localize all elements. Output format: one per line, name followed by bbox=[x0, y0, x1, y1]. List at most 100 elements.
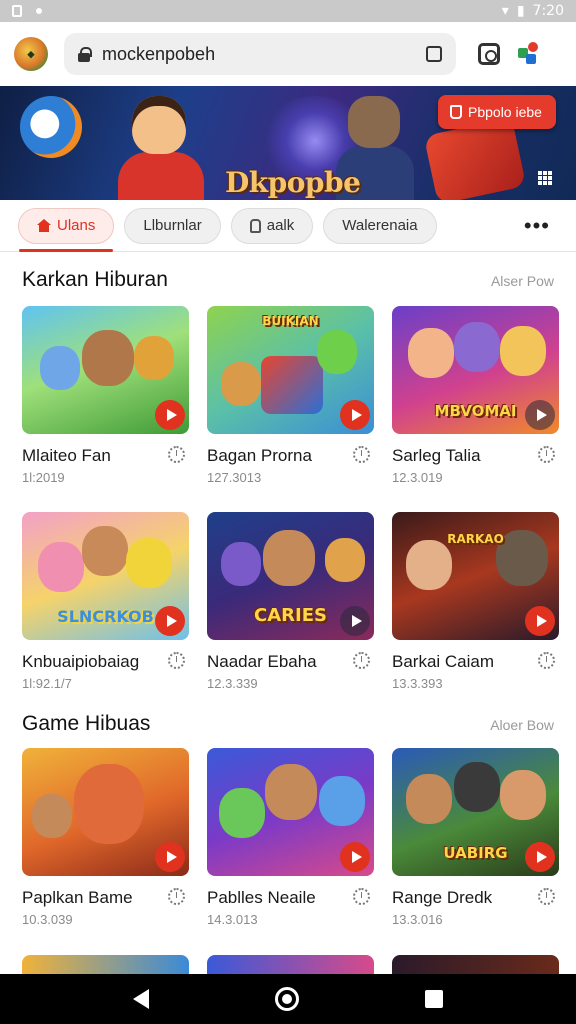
game-thumbnail[interactable]: UABIRG bbox=[392, 748, 559, 876]
clock-icon[interactable] bbox=[353, 888, 370, 905]
game-thumbnail[interactable] bbox=[22, 748, 189, 876]
play-icon[interactable] bbox=[340, 842, 370, 872]
bag-icon bbox=[450, 105, 462, 119]
address-bar[interactable]: mockenpobeh bbox=[64, 33, 456, 75]
game-card[interactable]: UABIRG Range Dredk 13.3.016 bbox=[392, 748, 559, 927]
game-title: Range Dredk bbox=[392, 888, 493, 907]
clock-icon[interactable] bbox=[538, 888, 555, 905]
play-icon[interactable] bbox=[340, 400, 370, 430]
clock-icon[interactable] bbox=[353, 446, 370, 463]
extension-icon[interactable] bbox=[516, 42, 540, 66]
game-card[interactable]: RARKAO Barkai Caiam 13.3.393 bbox=[392, 512, 559, 691]
game-date: 13.3.393 bbox=[392, 676, 443, 691]
clock-icon[interactable] bbox=[538, 446, 555, 463]
site-logo[interactable]: ◆ bbox=[14, 37, 48, 71]
tab-label: Walerenaia bbox=[342, 217, 418, 234]
category-tabs: Ulans Llburnlar aalk Walerenaia ••• bbox=[0, 200, 576, 252]
tab-ulans[interactable]: Ulans bbox=[18, 207, 115, 252]
game-title: Paplkan Bame bbox=[22, 888, 133, 907]
tab-llburnlar[interactable]: Llburnlar bbox=[124, 207, 221, 244]
game-title: Bagan Prorna bbox=[207, 446, 312, 465]
play-icon[interactable] bbox=[155, 842, 185, 872]
tab-walerenaia[interactable]: Walerenaia bbox=[323, 207, 437, 244]
play-icon[interactable] bbox=[525, 842, 555, 872]
game-date: 127.3013 bbox=[207, 470, 262, 485]
notification-badge bbox=[528, 42, 538, 52]
thumbnail-text: BUIKIAN bbox=[262, 314, 319, 328]
game-title: Mlaiteo Fan bbox=[22, 446, 111, 465]
game-date: 1l:92.1/7 bbox=[22, 676, 72, 691]
see-all-link[interactable]: Alser Pow bbox=[491, 273, 554, 289]
game-date: 1l:2019 bbox=[22, 470, 65, 485]
game-thumbnail[interactable]: CARIES bbox=[207, 512, 374, 640]
home-button-icon[interactable] bbox=[275, 987, 299, 1011]
home-icon bbox=[37, 219, 51, 232]
game-thumbnail[interactable] bbox=[207, 748, 374, 876]
banner-dice bbox=[423, 117, 527, 200]
game-date: 10.3.039 bbox=[22, 912, 73, 927]
status-time: 7:20 bbox=[532, 3, 564, 19]
game-title: Sarleg Talia bbox=[392, 446, 481, 465]
game-thumbnail[interactable]: BUIKIAN bbox=[207, 306, 374, 434]
tab-label: Llburnlar bbox=[143, 217, 202, 234]
recent-apps-icon[interactable] bbox=[425, 990, 443, 1008]
section-title: Game Hibuas bbox=[22, 712, 151, 735]
game-thumbnail[interactable]: MBVOMAI bbox=[392, 306, 559, 434]
game-thumbnail[interactable] bbox=[22, 306, 189, 434]
play-icon[interactable] bbox=[340, 606, 370, 636]
lock-icon bbox=[78, 46, 92, 62]
tab-aalk[interactable]: aalk bbox=[230, 207, 314, 244]
game-card[interactable]: CARIES Naadar Ebaha 12.3.339 bbox=[207, 512, 374, 691]
section-header: Game Hibuas Aloer Bow bbox=[22, 712, 554, 736]
camera-icon[interactable] bbox=[478, 43, 500, 65]
tab-label: Ulans bbox=[57, 217, 96, 234]
battery-icon: ▮ bbox=[516, 3, 525, 19]
game-title: Pablles Neaile bbox=[207, 888, 316, 907]
play-icon[interactable] bbox=[155, 400, 185, 430]
clock-icon[interactable] bbox=[168, 888, 185, 905]
section-title: Karkan Hiburan bbox=[22, 268, 168, 291]
browser-toolbar: ◆ mockenpobeh bbox=[0, 22, 576, 86]
game-date: 13.3.016 bbox=[392, 912, 443, 927]
play-icon[interactable] bbox=[525, 400, 555, 430]
more-icon[interactable]: ••• bbox=[524, 213, 558, 239]
banner-cta-label: Pbpolo iebe bbox=[468, 104, 542, 120]
clock-icon[interactable] bbox=[168, 446, 185, 463]
banner-character-boy bbox=[110, 90, 210, 200]
game-card[interactable]: Pablles Neaile 14.3.013 bbox=[207, 748, 374, 927]
game-thumbnail[interactable]: RARKAO bbox=[392, 512, 559, 640]
clock-icon[interactable] bbox=[353, 652, 370, 669]
system-nav-bar bbox=[0, 974, 576, 1024]
play-icon[interactable] bbox=[155, 606, 185, 636]
see-all-link[interactable]: Aloer Bow bbox=[490, 717, 554, 733]
game-date: 12.3.019 bbox=[392, 470, 443, 485]
banner-cta-button[interactable]: Pbpolo iebe bbox=[438, 95, 556, 129]
clock-icon[interactable] bbox=[538, 652, 555, 669]
document-icon bbox=[249, 218, 261, 233]
banner-logo bbox=[20, 96, 82, 158]
game-title: Knbuaipiobaiag bbox=[22, 652, 140, 671]
game-thumbnail-partial[interactable] bbox=[392, 955, 559, 975]
game-title: Naadar Ebaha bbox=[207, 652, 317, 671]
url-text: mockenpobeh bbox=[102, 43, 216, 64]
tab-switcher-icon[interactable] bbox=[426, 46, 442, 62]
play-icon[interactable] bbox=[525, 606, 555, 636]
thumbnail-text: RARKAO bbox=[447, 532, 504, 546]
game-card[interactable]: Mlaiteo Fan 1l:2019 bbox=[22, 306, 189, 485]
game-date: 12.3.339 bbox=[207, 676, 258, 691]
game-thumbnail-partial[interactable] bbox=[22, 955, 189, 975]
game-thumbnail[interactable]: SLNCRKOB bbox=[22, 512, 189, 640]
back-icon[interactable] bbox=[133, 989, 149, 1009]
grid-icon[interactable] bbox=[538, 171, 552, 185]
game-card[interactable]: SLNCRKOB Knbuaipiobaiag 1l:92.1/7 bbox=[22, 512, 189, 691]
tab-label: aalk bbox=[266, 217, 295, 234]
game-card[interactable]: BUIKIAN Bagan Prorna 127.3013 bbox=[207, 306, 374, 485]
status-bar: ▾ ▮ 7:20 bbox=[0, 0, 576, 22]
game-card[interactable]: Paplkan Bame 10.3.039 bbox=[22, 748, 189, 927]
game-thumbnail-partial[interactable] bbox=[207, 955, 374, 975]
game-date: 14.3.013 bbox=[207, 912, 258, 927]
banner-title: Dkpopbe bbox=[225, 166, 361, 199]
section-header: Karkan Hiburan Alser Pow bbox=[22, 268, 554, 292]
game-card[interactable]: MBVOMAI Sarleg Talia 12.3.019 bbox=[392, 306, 559, 485]
clock-icon[interactable] bbox=[168, 652, 185, 669]
